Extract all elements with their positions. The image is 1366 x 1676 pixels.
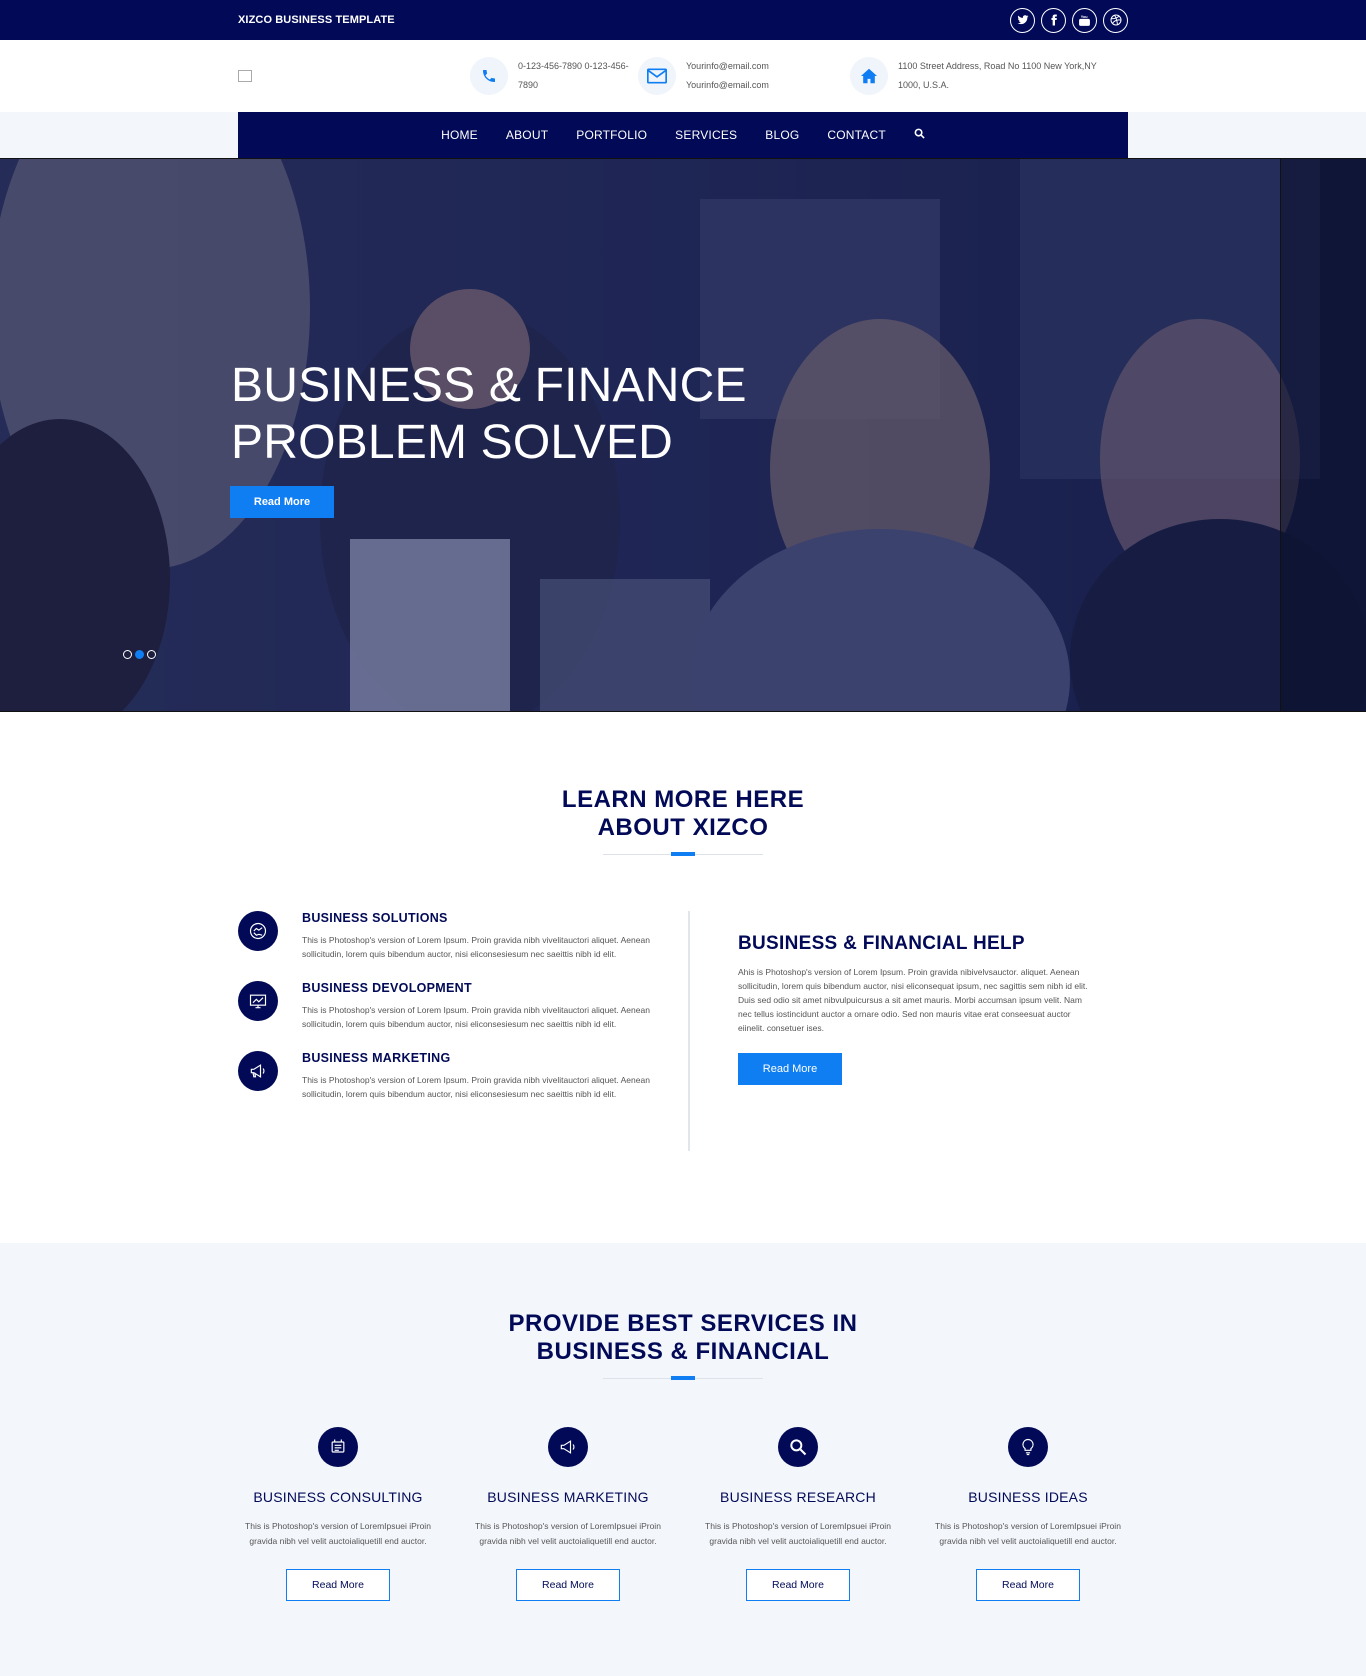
services-section: PROVIDE BEST SERVICES IN BUSINESS & FINA…	[0, 1243, 1366, 1676]
services-title-line-2: BUSINESS & FINANCIAL	[536, 1338, 830, 1365]
help-desc: Ahis is Photoshop's version of Lorem Ips…	[738, 967, 1088, 1033]
phone-icon	[470, 57, 508, 95]
service-desc: This is Photoshop's version of LoremIpsu…	[935, 1521, 1121, 1546]
address-text: 1100 Street Address, Road No 1100 New Yo…	[898, 61, 1097, 90]
facebook-icon[interactable]	[1041, 7, 1066, 33]
services-title-line-1: PROVIDE BEST SERVICES IN	[508, 1310, 858, 1337]
envelope-icon	[638, 57, 676, 95]
service-title: BUSINESS IDEAS	[968, 1489, 1088, 1505]
nav-about[interactable]: ABOUT	[506, 128, 548, 142]
handshake-icon	[238, 911, 278, 951]
slider-dot-3[interactable]	[147, 650, 156, 659]
service-read-more-button[interactable]: Read More	[746, 1569, 850, 1601]
top-bar: XIZCO BUSINESS TEMPLATE You	[0, 0, 1366, 40]
service-title: BUSINESS RESEARCH	[720, 1489, 876, 1505]
slider-dots	[123, 650, 156, 659]
feature-desc: This is Photoshop's version of Lorem Ips…	[302, 935, 650, 959]
hero-slider: BUSINESS & FINANCE PROBLEM SOLVED Read M…	[0, 158, 1366, 712]
title-divider	[603, 852, 763, 856]
megaphone-icon	[548, 1427, 588, 1467]
service-read-more-button[interactable]: Read More	[286, 1569, 390, 1601]
phone-text: 0-123-456-7890 0-123-456-7890	[518, 61, 629, 90]
feature-title: BUSINESS MARKETING	[302, 1051, 451, 1065]
social-links: You	[1010, 7, 1128, 33]
help-title: BUSINESS & FINANCIAL HELP	[738, 933, 1025, 954]
growth-chart-icon	[238, 981, 278, 1021]
services-grid: BUSINESS CONSULTING This is Photoshop's …	[238, 1427, 1128, 1601]
site-logo[interactable]	[238, 70, 252, 82]
nav-blog[interactable]: BLOG	[765, 128, 799, 142]
feature-desc: This is Photoshop's version of Lorem Ips…	[302, 1005, 650, 1029]
help-read-more-button[interactable]: Read More	[738, 1053, 842, 1085]
consulting-icon	[318, 1427, 358, 1467]
dribbble-icon[interactable]	[1103, 7, 1128, 33]
about-title-line-1: LEARN MORE HERE	[561, 786, 805, 813]
services-title: PROVIDE BEST SERVICES IN BUSINESS & FINA…	[0, 1310, 1366, 1366]
contact-header: 0-123-456-7890 0-123-456-7890 Yourinfo@e…	[0, 40, 1366, 112]
service-read-more-button[interactable]: Read More	[516, 1569, 620, 1601]
title-divider	[603, 1376, 763, 1380]
next-slide-preview[interactable]	[1280, 159, 1366, 711]
features-list: BUSINESS SOLUTIONS This is Photoshop's v…	[238, 911, 690, 1151]
service-card: BUSINESS IDEAS This is Photoshop's versi…	[928, 1427, 1128, 1601]
slider-dot-1[interactable]	[123, 650, 132, 659]
hero-read-more-button[interactable]: Read More	[230, 486, 334, 518]
service-read-more-button[interactable]: Read More	[976, 1569, 1080, 1601]
nav-services[interactable]: SERVICES	[675, 128, 737, 142]
megaphone-icon	[238, 1051, 278, 1091]
service-title: BUSINESS MARKETING	[487, 1489, 649, 1505]
main-nav: HOME ABOUT PORTFOLIO SERVICES BLOG CONTA…	[238, 112, 1128, 158]
nav-portfolio[interactable]: PORTFOLIO	[576, 128, 647, 142]
financial-help: BUSINESS & FINANCIAL HELP Ahis is Photos…	[690, 911, 1093, 1151]
feature-item: BUSINESS MARKETING This is Photoshop's v…	[238, 1051, 688, 1101]
lightbulb-icon	[1008, 1427, 1048, 1467]
feature-item: BUSINESS SOLUTIONS This is Photoshop's v…	[238, 911, 688, 961]
site-title: XIZCO BUSINESS TEMPLATE	[238, 14, 395, 26]
service-desc: This is Photoshop's version of LoremIpsu…	[475, 1521, 661, 1546]
feature-title: BUSINESS SOLUTIONS	[302, 911, 448, 925]
service-card: BUSINESS RESEARCH This is Photoshop's ve…	[698, 1427, 898, 1601]
about-section: LEARN MORE HERE ABOUT XIZCO BUSINESS SOL…	[0, 712, 1366, 1243]
service-card: BUSINESS MARKETING This is Photoshop's v…	[468, 1427, 668, 1601]
feature-desc: This is Photoshop's version of Lorem Ips…	[302, 1075, 650, 1099]
svg-text:You: You	[1081, 14, 1089, 18]
feature-title: BUSINESS DEVOLOPMENT	[302, 981, 472, 995]
about-title: LEARN MORE HERE ABOUT XIZCO	[0, 786, 1366, 842]
slider-dot-2[interactable]	[135, 650, 144, 659]
email-info: Yourinfo@email.com Yourinfo@email.com	[638, 57, 850, 95]
feature-item: BUSINESS DEVOLOPMENT This is Photoshop's…	[238, 981, 688, 1031]
email-text: Yourinfo@email.com Yourinfo@email.com	[686, 61, 769, 90]
nav-home[interactable]: HOME	[441, 128, 478, 142]
service-title: BUSINESS CONSULTING	[253, 1489, 423, 1505]
service-desc: This is Photoshop's version of LoremIpsu…	[705, 1521, 891, 1546]
youtube-icon[interactable]: You	[1072, 7, 1097, 33]
home-icon	[850, 57, 888, 95]
twitter-icon[interactable]	[1010, 7, 1035, 33]
phone-info: 0-123-456-7890 0-123-456-7890	[470, 57, 638, 95]
about-title-line-2: ABOUT XIZCO	[597, 814, 769, 841]
address-info: 1100 Street Address, Road No 1100 New Yo…	[850, 57, 1108, 95]
nav-contact[interactable]: CONTACT	[827, 128, 886, 142]
service-card: BUSINESS CONSULTING This is Photoshop's …	[238, 1427, 438, 1601]
hero-headline: BUSINESS & FINANCE PROBLEM SOLVED	[231, 359, 747, 469]
magnifier-icon	[778, 1427, 818, 1467]
service-desc: This is Photoshop's version of LoremIpsu…	[245, 1521, 431, 1546]
search-icon[interactable]	[914, 126, 925, 144]
nav-wrapper: HOME ABOUT PORTFOLIO SERVICES BLOG CONTA…	[0, 112, 1366, 158]
